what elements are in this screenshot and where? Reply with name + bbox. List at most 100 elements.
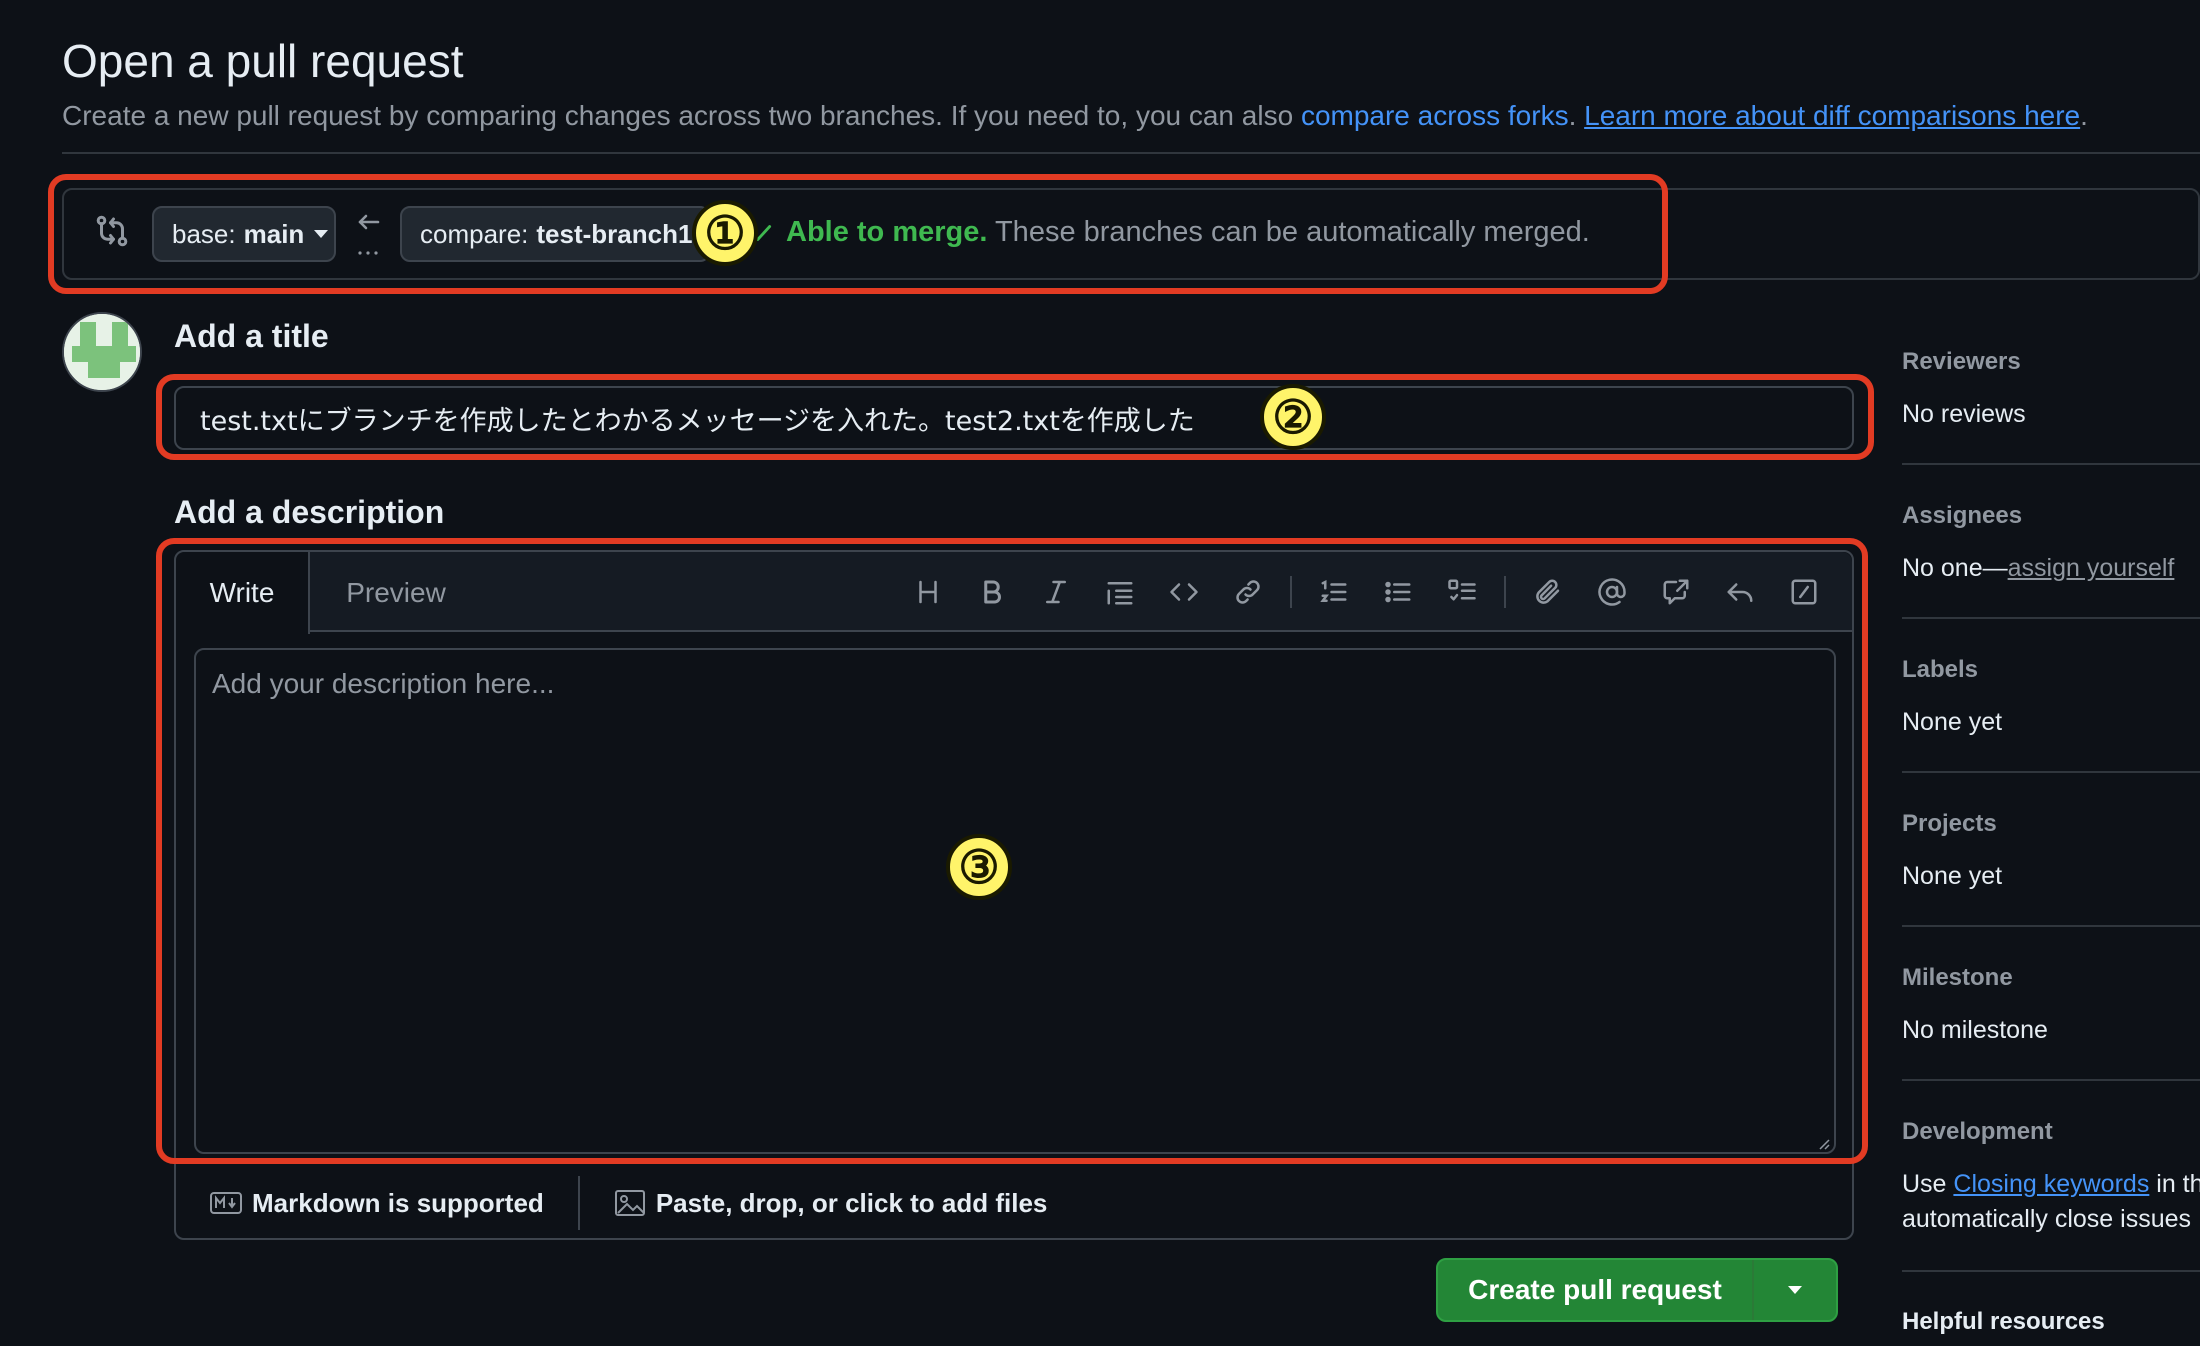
sidebar-divider xyxy=(1902,1079,2200,1081)
tab-preview[interactable]: Preview xyxy=(316,552,476,634)
quote-icon xyxy=(1107,582,1133,605)
compare-prefix: compare: xyxy=(420,218,529,249)
sidebar-divider xyxy=(1902,463,2200,465)
development-title: Development xyxy=(1902,1118,2053,1145)
title-label: Add a title xyxy=(174,318,329,354)
attach-file-button[interactable] xyxy=(1516,566,1580,618)
description-editor: Write Preview Add your description here.… xyxy=(174,550,1854,1240)
closing-keywords-link[interactable]: Closing keywords xyxy=(1953,1170,2149,1198)
helpful-resources-title: Helpful resources xyxy=(1902,1308,2105,1335)
subtitle-separator: . xyxy=(1568,100,1585,131)
editor-tab-bar: Write Preview xyxy=(176,552,1852,634)
footer-divider xyxy=(577,1176,580,1230)
heading-button[interactable] xyxy=(896,566,960,618)
cross-reference-icon xyxy=(1663,579,1689,605)
toolbar-divider xyxy=(1290,576,1292,608)
sidebar-labels[interactable]: Labels None yet xyxy=(1902,656,2200,737)
labels-value: None yet xyxy=(1902,708,2003,736)
resize-handle-icon[interactable] xyxy=(1816,1136,1830,1150)
mention-button[interactable] xyxy=(1580,566,1644,618)
description-textarea[interactable] xyxy=(194,648,1836,1154)
markdown-toolbar xyxy=(896,566,1836,618)
milestone-title: Milestone xyxy=(1902,964,2013,991)
bold-icon xyxy=(984,580,1001,604)
chevron-down-icon xyxy=(1788,1286,1802,1294)
development-line-2: automatically close issues xyxy=(1902,1205,2192,1233)
unordered-list-icon xyxy=(1385,581,1411,603)
header-divider xyxy=(62,152,2200,154)
compare-branch-select[interactable]: compare: test-branch1 xyxy=(400,206,717,262)
mention-icon xyxy=(1598,578,1626,606)
base-branch-select[interactable]: base: main xyxy=(152,206,336,262)
sidebar-reviewers[interactable]: Reviewers No reviews xyxy=(1902,348,2200,429)
markdown-help-link[interactable]: Markdown is supported xyxy=(210,1188,544,1219)
slash-command-button[interactable] xyxy=(1772,566,1836,618)
projects-value: None yet xyxy=(1902,862,2003,890)
reply-button[interactable] xyxy=(1708,566,1772,618)
page-subtitle: Create a new pull request by comparing c… xyxy=(62,100,2088,132)
annotation-number-3: ③ xyxy=(946,834,1012,900)
heading-icon xyxy=(919,580,937,604)
create-pull-request-button[interactable]: Create pull request xyxy=(1438,1260,1754,1320)
annotation-number-1: ① xyxy=(692,200,758,266)
create-pull-request-group: Create pull request xyxy=(1436,1258,1838,1322)
reviewers-value: No reviews xyxy=(1902,400,2026,428)
italic-icon xyxy=(1046,580,1066,604)
base-prefix: base: xyxy=(172,218,236,249)
compare-branch-name: test-branch1 xyxy=(536,218,693,249)
assignees-value: No one—assign yourself xyxy=(1902,554,2200,583)
sidebar-divider xyxy=(1902,1270,2200,1272)
annotation-number-2: ② xyxy=(1260,384,1326,450)
sidebar-milestone[interactable]: Milestone No milestone xyxy=(1902,964,2200,1045)
identicon-image xyxy=(64,314,140,390)
assignees-title: Assignees xyxy=(1902,502,2023,529)
assignees-none: No one— xyxy=(1902,554,2008,582)
create-options-dropdown[interactable] xyxy=(1754,1260,1836,1320)
merge-status-ok: Able to merge. xyxy=(786,216,988,248)
bold-button[interactable] xyxy=(960,566,1024,618)
pull-request-page: Open a pull request Create a new pull re… xyxy=(0,0,2200,1346)
subtitle-text: Create a new pull request by comparing c… xyxy=(62,100,1301,131)
markdown-icon xyxy=(210,1192,242,1214)
quote-button[interactable] xyxy=(1088,566,1152,618)
sidebar-divider xyxy=(1902,771,2200,773)
markdown-note: Markdown is supported xyxy=(252,1187,544,1218)
sidebar-divider xyxy=(1902,617,2200,619)
sidebar-helpful-resources: Helpful resources xyxy=(1902,1308,2200,1336)
cross-reference-button[interactable] xyxy=(1644,566,1708,618)
task-list-icon xyxy=(1448,579,1476,601)
code-icon xyxy=(1170,583,1198,601)
learn-more-link[interactable]: Learn more about diff comparisons here xyxy=(1584,100,2080,131)
add-files-button[interactable]: Paste, drop, or click to add files xyxy=(614,1187,1048,1219)
tab-write[interactable]: Write xyxy=(176,552,310,634)
sidebar-development: Development Use Closing keywords in th a… xyxy=(1902,1118,2200,1234)
development-prefix: Use xyxy=(1902,1170,1954,1198)
ordered-list-button[interactable] xyxy=(1302,566,1366,618)
slash-command-icon xyxy=(1791,579,1817,605)
toolbar-divider xyxy=(1504,576,1506,608)
link-button[interactable] xyxy=(1216,566,1280,618)
assign-yourself-link[interactable]: assign yourself xyxy=(2008,554,2175,582)
image-icon xyxy=(614,1190,645,1216)
task-list-button[interactable] xyxy=(1430,566,1494,618)
code-button[interactable] xyxy=(1152,566,1216,618)
git-compare-icon xyxy=(96,215,128,247)
sidebar-divider xyxy=(1902,925,2200,927)
avatar[interactable] xyxy=(62,312,142,392)
arrow-left-icon xyxy=(358,214,380,255)
development-suffix: in th xyxy=(2149,1170,2200,1198)
link-icon xyxy=(1236,580,1260,604)
files-note: Paste, drop, or click to add files xyxy=(655,1187,1048,1218)
italic-button[interactable] xyxy=(1024,566,1088,618)
labels-title: Labels xyxy=(1902,656,1979,683)
ordered-list-icon xyxy=(1320,579,1347,602)
title-input[interactable] xyxy=(174,386,1854,450)
compare-forks-link[interactable]: compare across forks xyxy=(1301,100,1569,131)
paperclip-icon xyxy=(1536,579,1560,604)
sidebar-projects[interactable]: Projects None yet xyxy=(1902,810,2200,891)
subtitle-end: . xyxy=(2080,100,2088,131)
unordered-list-button[interactable] xyxy=(1366,566,1430,618)
merge-status: Able to merge. These branches can be aut… xyxy=(786,216,1590,249)
sidebar-assignees[interactable]: Assignees No one—assign yourself xyxy=(1902,502,2200,583)
editor-footer: Markdown is supported Paste, drop, or cl… xyxy=(176,1166,1852,1240)
